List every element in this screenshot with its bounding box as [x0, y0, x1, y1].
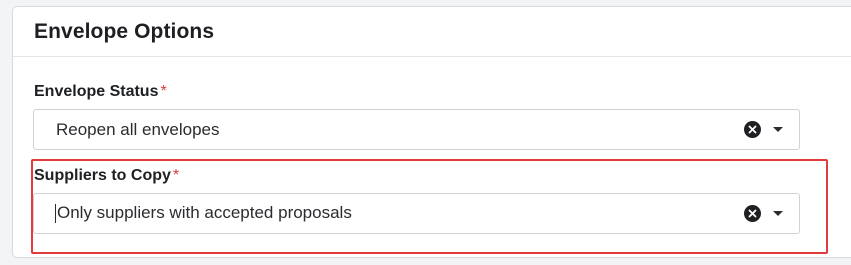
suppliers-to-copy-select[interactable]: Only suppliers with accepted proposals: [33, 193, 800, 234]
text-cursor: [55, 203, 56, 223]
clear-x-glyph: [748, 209, 757, 218]
envelope-options-panel: Envelope Options Envelope Status * Reopen…: [12, 6, 851, 258]
chevron-down-icon[interactable]: [773, 127, 783, 132]
envelope-status-label: Envelope Status *: [34, 83, 167, 101]
panel-title: Envelope Options: [34, 19, 215, 43]
suppliers-to-copy-label: Suppliers to Copy *: [34, 167, 179, 185]
envelope-status-label-text: Envelope Status: [34, 83, 159, 100]
suppliers-to-copy-label-text: Suppliers to Copy: [34, 167, 171, 184]
clear-icon[interactable]: [744, 205, 761, 222]
panel-header: Envelope Options: [13, 7, 851, 57]
envelope-status-select[interactable]: Reopen all envelopes: [33, 109, 800, 150]
chevron-down-icon[interactable]: [773, 211, 783, 216]
suppliers-to-copy-value: Only suppliers with accepted proposals: [57, 203, 352, 223]
clear-x-glyph: [748, 125, 757, 134]
required-marker: *: [160, 83, 167, 100]
clear-icon[interactable]: [744, 121, 761, 138]
suppliers-to-copy-value-wrap: Only suppliers with accepted proposals: [55, 203, 744, 223]
envelope-status-value: Reopen all envelopes: [56, 119, 220, 139]
required-marker: *: [172, 167, 180, 184]
